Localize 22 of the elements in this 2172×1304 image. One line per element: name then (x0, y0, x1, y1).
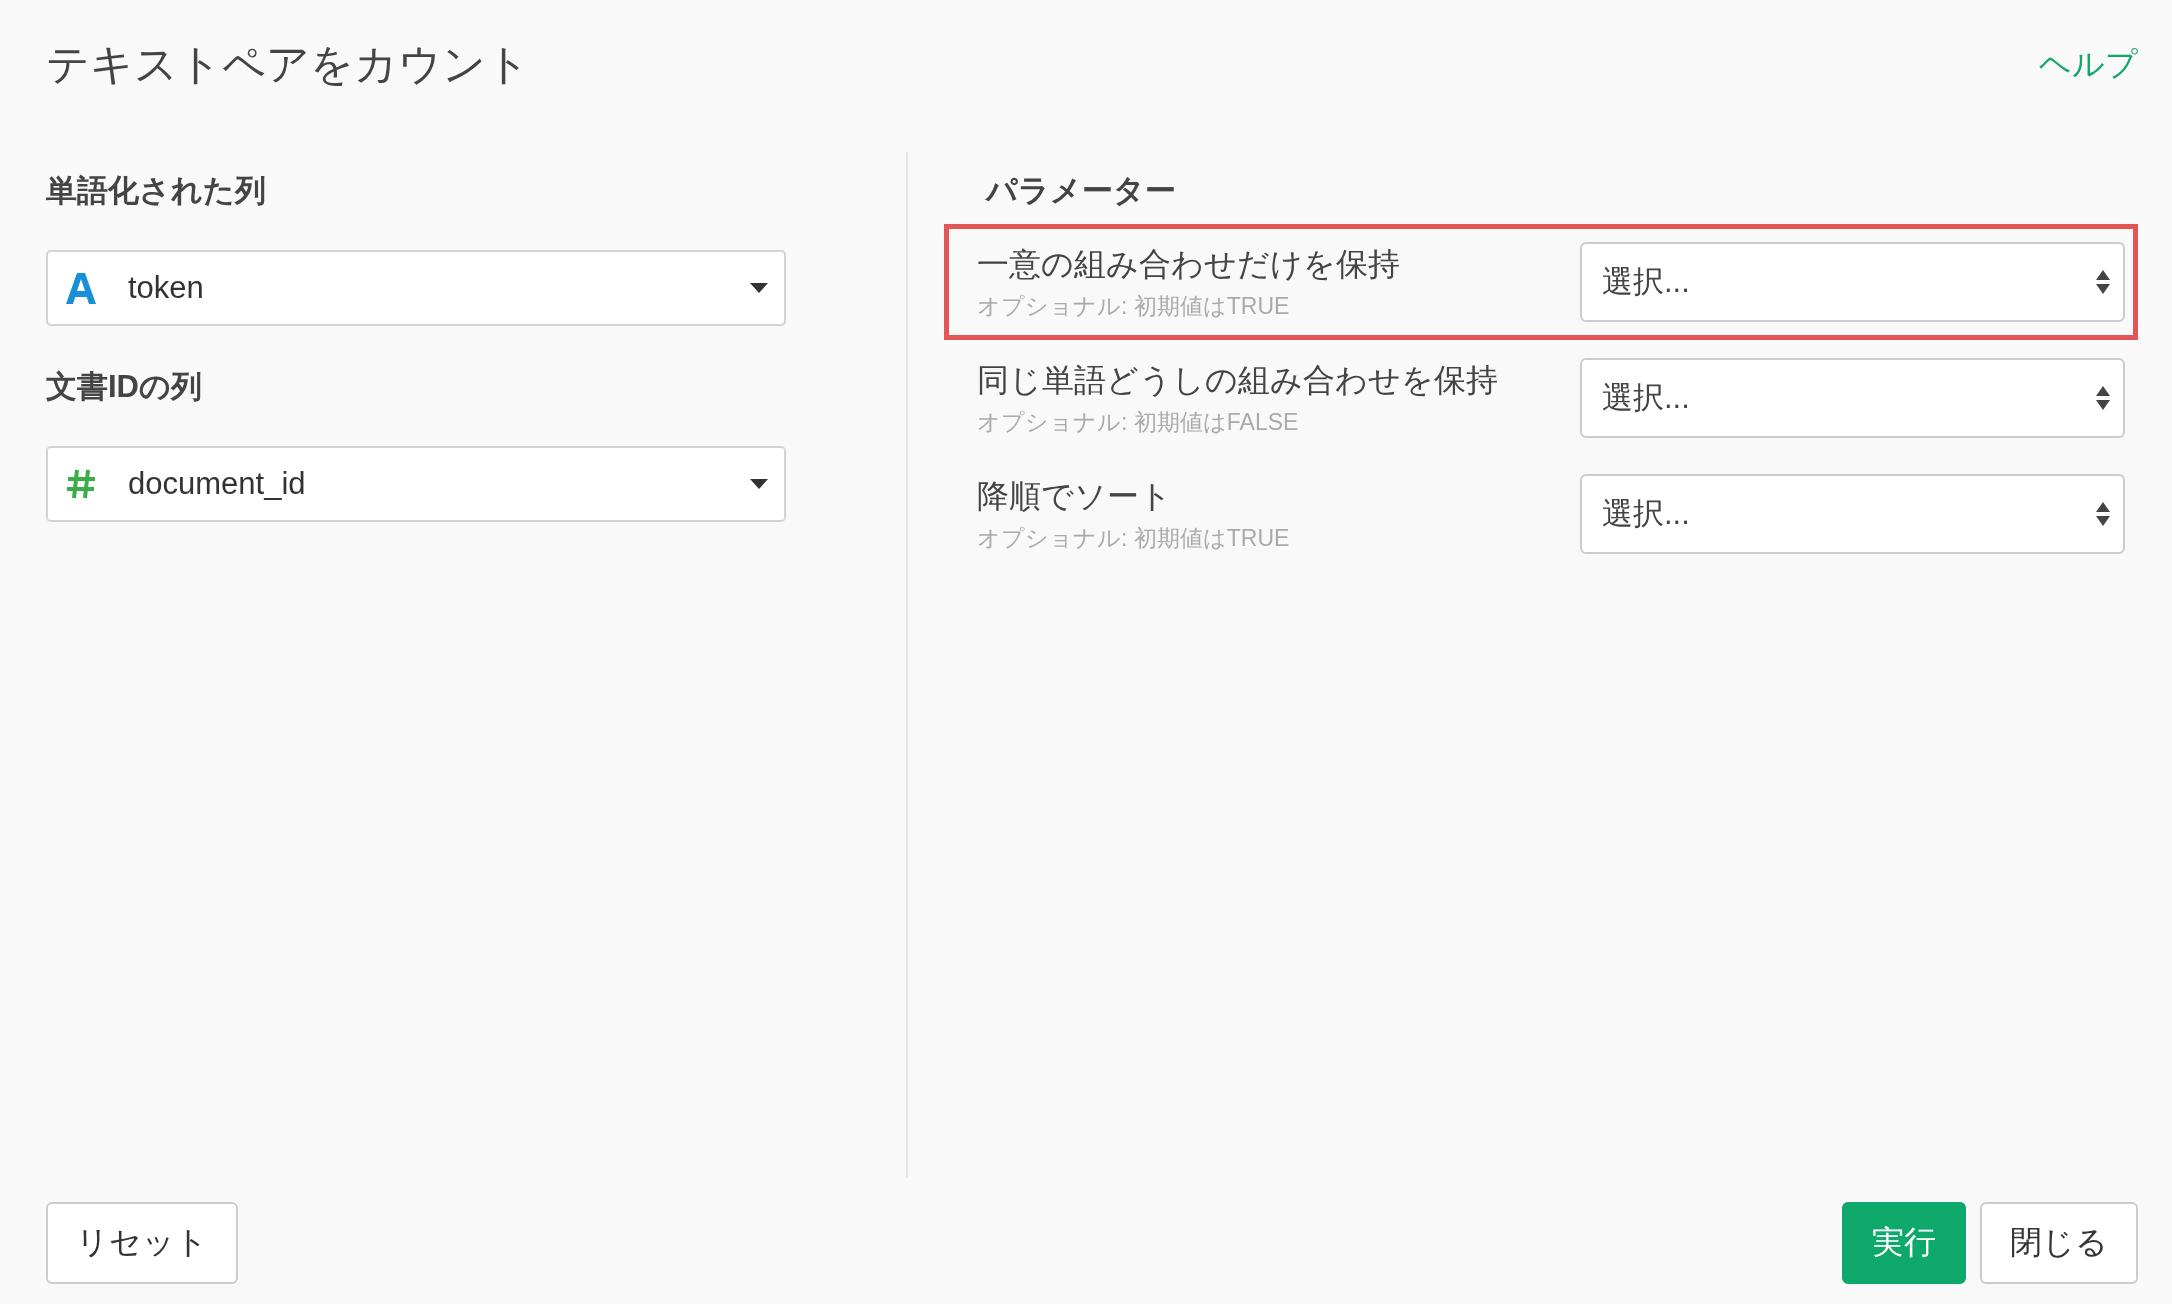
parameter-hint: オプショナル: 初期値はFALSE (977, 407, 1300, 437)
up-down-arrows-icon (2095, 384, 2111, 412)
parameter-hint: オプショナル: 初期値はTRUE (977, 291, 1291, 321)
parameter-label: 降順でソート (977, 476, 1173, 516)
caret-icon (750, 479, 768, 489)
parameter-label: 同じ単語どうしの組み合わせを保持 (977, 360, 1499, 400)
section-heading: パラメーター (986, 172, 1177, 210)
dialog-title: テキストペアをカウント (46, 39, 530, 90)
select-dropdown[interactable]: 選択... (1580, 358, 2125, 438)
up-down-arrows-icon (2095, 268, 2111, 296)
column-dropdown[interactable]: document_id (46, 446, 786, 522)
parameter-label: 一意の組み合わせだけを保持 (977, 244, 1401, 284)
column-dropdown[interactable]: token (46, 250, 786, 326)
up-down-arrows-icon (2095, 500, 2111, 528)
close-button[interactable]: 閉じる (1980, 1202, 2138, 1284)
select-dropdown[interactable]: 選択... (1580, 474, 2125, 554)
caret-icon (750, 283, 768, 293)
field-label: 単語化された列 (46, 172, 267, 210)
select-dropdown[interactable]: 選択... (1580, 242, 2125, 322)
reset-button[interactable]: リセット (46, 1202, 238, 1284)
field-label: 文書IDの列 (46, 368, 203, 406)
parameter-hint: オプショナル: 初期値はTRUE (977, 523, 1291, 553)
